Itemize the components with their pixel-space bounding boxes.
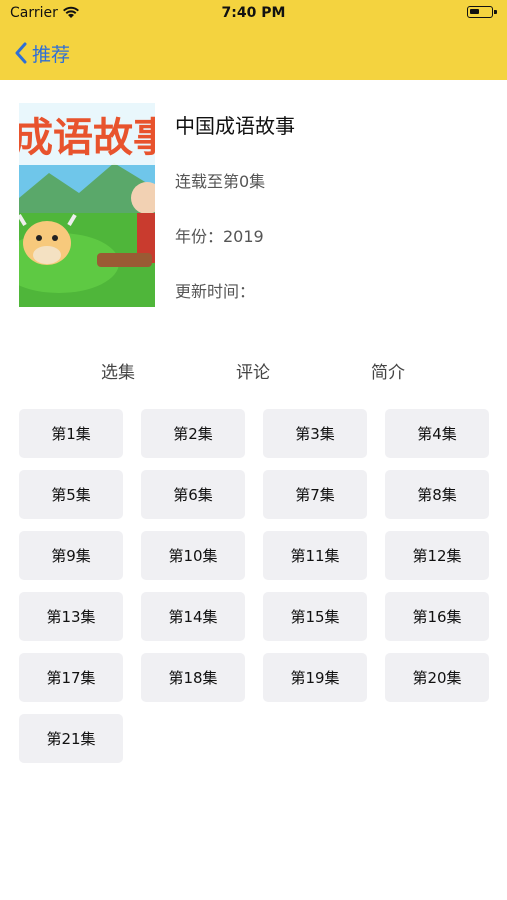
episode-button[interactable]: 第21集	[19, 714, 123, 763]
back-button[interactable]: 推荐	[14, 38, 70, 68]
update-time: 更新时间：	[175, 282, 256, 301]
tab-episodes[interactable]: 选集	[68, 358, 168, 383]
battery-icon	[467, 6, 497, 18]
chevron-left-icon	[15, 42, 27, 64]
episode-button[interactable]: 第10集	[141, 531, 245, 580]
episode-button[interactable]: 第12集	[385, 531, 489, 580]
episode-button[interactable]: 第16集	[385, 592, 489, 641]
episode-button[interactable]: 第9集	[19, 531, 123, 580]
episode-button[interactable]: 第7集	[263, 470, 367, 519]
episode-button[interactable]: 第5集	[19, 470, 123, 519]
tab-intro[interactable]: 简介	[338, 358, 438, 383]
cover-image: 成语故事	[19, 103, 155, 307]
release-year: 年份：2019	[175, 227, 264, 246]
episode-button[interactable]: 第6集	[141, 470, 245, 519]
episode-button[interactable]: 第20集	[385, 653, 489, 702]
nav-header: Carrier 7:40 PM 推荐	[0, 0, 507, 80]
episode-button[interactable]: 第4集	[385, 409, 489, 458]
episode-button[interactable]: 第13集	[19, 592, 123, 641]
episode-button[interactable]: 第19集	[263, 653, 367, 702]
episode-button[interactable]: 第2集	[141, 409, 245, 458]
episode-button[interactable]: 第14集	[141, 592, 245, 641]
episode-button[interactable]: 第17集	[19, 653, 123, 702]
episode-button[interactable]: 第8集	[385, 470, 489, 519]
episode-button[interactable]: 第15集	[263, 592, 367, 641]
series-title: 中国成语故事	[175, 114, 295, 138]
clock: 7:40 PM	[221, 5, 286, 21]
episode-button[interactable]: 第3集	[263, 409, 367, 458]
tab-comments[interactable]: 评论	[203, 358, 303, 383]
back-label: 推荐	[32, 43, 71, 66]
episode-progress: 连载至第0集	[175, 172, 266, 191]
episode-button[interactable]: 第11集	[263, 531, 367, 580]
episode-button[interactable]: 第1集	[19, 409, 123, 458]
cover-title-text: 成语故事	[19, 115, 155, 161]
status-bar: Carrier 7:40 PM	[0, 0, 507, 28]
episode-button[interactable]: 第18集	[141, 653, 245, 702]
tab-bar: 选集 评论 简介	[50, 358, 455, 384]
